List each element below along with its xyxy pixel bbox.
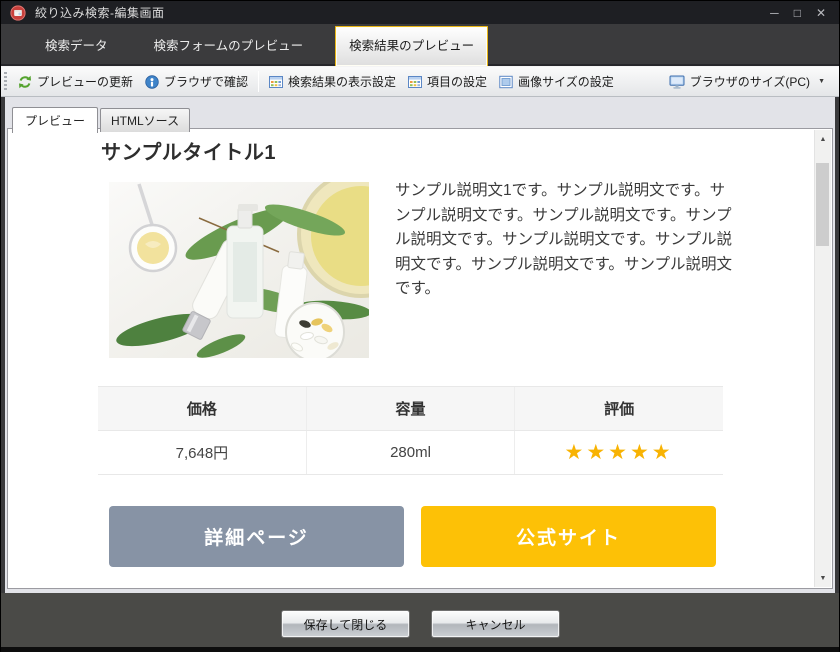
tab-search-result-preview[interactable]: 検索結果のプレビュー: [335, 26, 489, 66]
scroll-down-icon[interactable]: ▼: [815, 570, 831, 586]
update-preview-label: プレビューの更新: [37, 75, 134, 89]
table-header-row: 価格 容量 評価: [98, 386, 723, 431]
sample-title: サンプルタイトル1: [101, 142, 277, 164]
update-preview-button[interactable]: プレビューの更新: [12, 69, 139, 94]
volume-value: 280ml: [305, 430, 515, 475]
main-tabstrip: 検索データ 検索フォームのプレビュー 検索結果のプレビュー: [1, 24, 839, 66]
app-icon: [10, 4, 26, 21]
toolbar: プレビューの更新 ブラウザで確認 検索結果の表示設定 項目の設定 画像サイズの設…: [1, 66, 839, 97]
toolbar-separator: [258, 71, 260, 92]
footer-bar: 保存して閉じる キャンセル: [1, 593, 839, 652]
check-browser-label: ブラウザで確認: [164, 75, 249, 89]
preview-page: サンプルタイトル1 サンプル説明文1です。サンプル説明文です。サンプル説明文です…: [7, 128, 833, 589]
subtab-strip: プレビュー HTMLソース: [7, 107, 191, 133]
window-title: 絞り込み検索-編集画面: [35, 6, 165, 20]
spec-table: 価格 容量 評価 7,648円 280ml ★★★★★: [98, 386, 723, 475]
header-price: 価格: [98, 386, 307, 431]
cancel-button[interactable]: キャンセル: [431, 610, 560, 638]
browser-size-label: ブラウザのサイズ(PC): [689, 75, 811, 89]
check-browser-button[interactable]: ブラウザで確認: [139, 69, 254, 94]
scroll-up-icon[interactable]: ▲: [815, 131, 831, 147]
image-size-settings-label: 画像サイズの設定: [518, 75, 614, 89]
official-site-button[interactable]: 公式サイト: [421, 506, 716, 567]
table-settings-icon: [269, 75, 284, 88]
maximize-button[interactable]: □: [794, 7, 801, 19]
display-settings-label: 検索結果の表示設定: [288, 75, 397, 89]
display-settings-button[interactable]: 検索結果の表示設定: [263, 69, 402, 94]
scrollbar-thumb[interactable]: [816, 163, 829, 246]
sample-description: サンプル説明文1です。サンプル説明文です。サンプル説明文です。サンプル説明文です…: [395, 182, 732, 297]
subtab-preview[interactable]: プレビュー: [12, 107, 99, 133]
subtab-html-source[interactable]: HTMLソース: [100, 108, 191, 132]
rating-value: ★★★★★: [514, 430, 723, 475]
info-icon: [145, 74, 159, 89]
header-rating: 評価: [514, 386, 723, 431]
item-settings-button[interactable]: 項目の設定: [402, 69, 493, 94]
close-button[interactable]: ✕: [816, 7, 826, 19]
tab-search-data[interactable]: 検索データ: [31, 27, 122, 64]
product-image: [109, 182, 369, 358]
table-settings-icon: [408, 75, 423, 88]
save-close-button[interactable]: 保存して閉じる: [281, 610, 410, 638]
cta-row: 詳細ページ 公式サイト: [109, 506, 716, 567]
vertical-scrollbar[interactable]: ▲ ▼: [814, 130, 831, 587]
refresh-icon: [19, 75, 31, 88]
header-volume: 容量: [305, 386, 515, 431]
tab-search-form-preview[interactable]: 検索フォームのプレビュー: [140, 27, 318, 64]
minimize-button[interactable]: ─: [770, 7, 779, 19]
monitor-icon: [669, 75, 685, 89]
chevron-down-icon: ▼: [818, 78, 825, 85]
star-rating: ★★★★★: [564, 441, 674, 464]
table-row: 7,648円 280ml ★★★★★: [98, 430, 723, 475]
app-window: 絞り込み検索-編集画面 ─ □ ✕ 検索データ 検索フォームのプレビュー 検索結…: [0, 0, 840, 652]
item-settings-label: 項目の設定: [427, 75, 488, 89]
titlebar: 絞り込み検索-編集画面 ─ □ ✕: [1, 1, 839, 24]
toolbar-grip: [4, 71, 7, 92]
main-area: プレビュー HTMLソース サンプルタイトル1 サンプル説明文1です。サンプル説…: [5, 97, 835, 593]
browser-size-dropdown[interactable]: ブラウザのサイズ(PC) ▼: [663, 69, 831, 94]
image-size-icon: [499, 75, 513, 88]
image-size-settings-button[interactable]: 画像サイズの設定: [493, 69, 620, 94]
detail-page-button[interactable]: 詳細ページ: [109, 506, 404, 567]
price-value: 7,648円: [98, 430, 307, 475]
